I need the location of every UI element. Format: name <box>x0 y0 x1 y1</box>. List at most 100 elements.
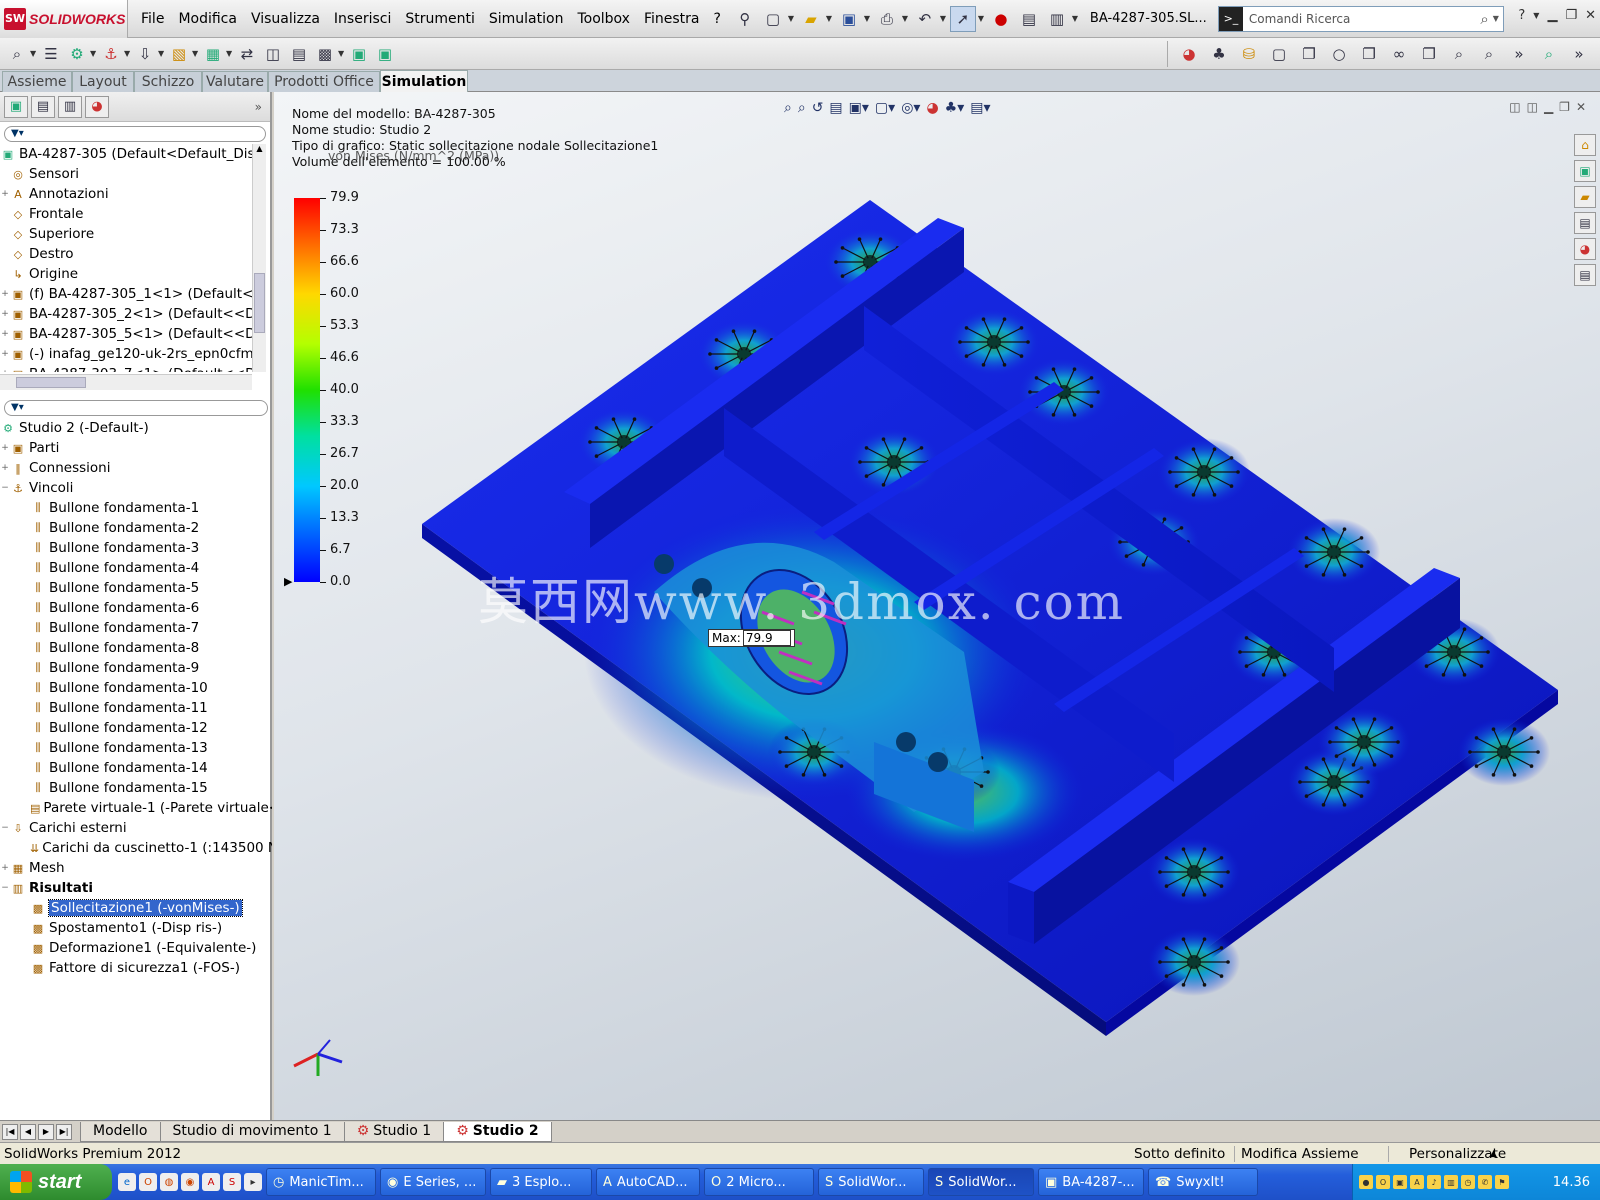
layer-icon[interactable]: ▢ <box>1266 41 1292 67</box>
menu-finestra[interactable]: Finestra <box>637 11 707 27</box>
expand-toggle-icon[interactable]: + <box>0 189 10 199</box>
max-value-marker[interactable]: Max: 79.9 <box>708 629 795 647</box>
study-tree-item[interactable]: ⫼ Bullone fondamenta-12 <box>0 718 272 738</box>
hscroll-thumb[interactable] <box>16 377 86 388</box>
feature-tree-item[interactable]: +▣BA-4287-303_7<1> (Default<<De <box>0 364 272 372</box>
expand-toggle-icon[interactable]: + <box>0 289 10 299</box>
tray-icon[interactable]: ▣ <box>1393 1175 1407 1189</box>
study-icon[interactable]: ⚙ <box>64 41 90 67</box>
property-manager-icon[interactable]: ▤ <box>31 95 55 118</box>
feature-tree-item[interactable]: ◇ Frontale <box>0 204 272 224</box>
taskbar-task-button[interactable]: S SolidWor... <box>818 1168 924 1196</box>
zoom-icon[interactable]: ⌕ <box>4 41 30 67</box>
study-tree-item[interactable]: + ‖ Connessioni <box>0 458 272 478</box>
menu-modifica[interactable]: Modifica <box>171 11 244 27</box>
tray-icon[interactable]: ✆ <box>1478 1175 1492 1189</box>
tray-icon[interactable]: ▥ <box>1444 1175 1458 1189</box>
search-icon[interactable]: ⌕ <box>1480 10 1488 28</box>
chevron-down-icon[interactable]: ▼ <box>864 14 872 23</box>
chevron-down-icon[interactable]: ▼ <box>338 49 346 58</box>
expand-toggle-icon[interactable]: + <box>0 463 10 473</box>
feature-tree-item[interactable]: ↳ Origine <box>0 264 272 284</box>
tray-icon[interactable]: ◷ <box>1461 1175 1475 1189</box>
autocad-icon[interactable]: A <box>202 1173 220 1191</box>
study-tree-item[interactable]: ⫼ Bullone fondamenta-7 <box>0 618 272 638</box>
copy-icon[interactable]: ❐ <box>1296 41 1322 67</box>
study-tree-item[interactable]: ⫼ Bullone fondamenta-8 <box>0 638 272 658</box>
tab-simulation[interactable]: Simulation <box>380 70 468 92</box>
help-button[interactable]: ? <box>1518 8 1525 24</box>
tab-schizzo[interactable]: Schizzo <box>134 71 202 92</box>
export-icon[interactable]: ▣ <box>346 41 372 67</box>
taskbar-task-button[interactable]: ▣ BA-4287-... <box>1038 1168 1144 1196</box>
chevron-down-icon[interactable]: ▼ <box>158 49 166 58</box>
tab-modello[interactable]: Modello <box>80 1121 161 1142</box>
feature-tree-scrollbar[interactable]: ▲ <box>252 144 266 372</box>
study-tree-item[interactable]: ⫼ Bullone fondamenta-11 <box>0 698 272 718</box>
stack-icon[interactable]: ❐ <box>1356 41 1382 67</box>
tray-icon[interactable]: ♪ <box>1427 1175 1441 1189</box>
search-input[interactable]: Comandi Ricerca <box>1249 12 1480 26</box>
study-tree-item[interactable]: − ⚓ Vincoli <box>0 478 272 498</box>
pin-icon[interactable]: ⚲ <box>732 6 758 32</box>
next-tab-icon[interactable]: ▶ <box>38 1123 54 1140</box>
taskbar-task-button[interactable]: O2 Micro... <box>704 1168 814 1196</box>
study-tree-item[interactable]: ▩ Sollecitazione1 (-vonMises-) <box>0 898 272 918</box>
chevron-down-icon[interactable]: ▼ <box>30 49 38 58</box>
study-tree-item[interactable]: ⫼ Bullone fondamenta-9 <box>0 658 272 678</box>
expand-toggle-icon[interactable]: + <box>0 309 10 319</box>
more-icon[interactable]: » <box>1506 41 1532 67</box>
load-icon[interactable]: ⇩ <box>132 41 158 67</box>
graphics-viewport[interactable]: ⌕ ⌕ ↺ ▤ ▣▾ ▢▾ ◎▾ ◕ ♣▾ ▤▾ ◫ ◫ ▁ ❐ ✕ Nome … <box>274 92 1600 1120</box>
options-icon[interactable]: ▥ <box>1044 6 1070 32</box>
study-tree-item[interactable]: ⇊ Carichi da cuscinetto-1 (:143500 N <box>0 838 272 858</box>
firefox-icon[interactable]: ◉ <box>181 1173 199 1191</box>
tab-assieme[interactable]: Assieme <box>2 71 72 92</box>
tab-prodotti-office[interactable]: Prodotti Office <box>268 71 380 92</box>
media-icon[interactable]: ▸ <box>244 1173 262 1191</box>
appearances-icon[interactable]: ◕ <box>1574 238 1596 260</box>
tray-icon[interactable]: O <box>1376 1175 1390 1189</box>
ie-icon[interactable]: e <box>118 1173 136 1191</box>
mesh-run-icon[interactable]: ▦ <box>200 41 226 67</box>
study-tree-item[interactable]: + ▦ Mesh <box>0 858 272 878</box>
list-icon[interactable]: ☰ <box>38 41 64 67</box>
study-tree-root[interactable]: ⚙ Studio 2 (-Default-) <box>0 418 272 438</box>
study-tree-item[interactable]: ⫼ Bullone fondamenta-14 <box>0 758 272 778</box>
start-button[interactable]: start <box>0 1164 112 1200</box>
solidworks-logo[interactable]: SW SOLIDWORKS <box>0 0 128 38</box>
link-icon[interactable]: ∞ <box>1386 41 1412 67</box>
expand-toggle-icon[interactable]: + <box>0 349 10 359</box>
study-tree-item[interactable]: ⫼ Bullone fondamenta-3 <box>0 538 272 558</box>
undo-icon[interactable]: ↶ <box>912 6 938 32</box>
tab-studio-di-movimento-1[interactable]: Studio di movimento 1 <box>159 1121 345 1142</box>
study-filter[interactable]: ▼▾ <box>4 400 268 416</box>
menu-file[interactable]: File <box>134 11 171 27</box>
tray-icon[interactable]: ● <box>1359 1175 1373 1189</box>
solidworks-icon[interactable]: S <box>223 1173 241 1191</box>
tab-studio-1[interactable]: ⚙ Studio 1 <box>343 1121 445 1142</box>
tray-icon[interactable]: A <box>1410 1175 1424 1189</box>
study-tree-item[interactable]: ⫼ Bullone fondamenta-15 <box>0 778 272 798</box>
file-properties-icon[interactable]: ▤ <box>1016 6 1042 32</box>
feature-tree-root[interactable]: ▣ BA-4287-305 (Default<Default_Displ <box>0 144 272 164</box>
study-tree-item[interactable]: ⫼ Bullone fondamenta-2 <box>0 518 272 538</box>
menu-strumenti[interactable]: Strumenti <box>398 11 482 27</box>
fixture-icon[interactable]: ⚓ <box>98 41 124 67</box>
study-tree-item[interactable]: ⫼ Bullone fondamenta-4 <box>0 558 272 578</box>
display-manager-icon[interactable]: ◕ <box>85 95 109 118</box>
tab-valutare[interactable]: Valutare <box>202 71 268 92</box>
expand-toggle-icon[interactable]: + <box>0 369 10 372</box>
menu-visualizza[interactable]: Visualizza <box>244 11 327 27</box>
taskbar-task-button[interactable]: ▰ 3 Esplo... <box>490 1168 592 1196</box>
open-folder-icon[interactable]: ▰ <box>798 6 824 32</box>
study-tree-item[interactable]: ⫼ Bullone fondamenta-13 <box>0 738 272 758</box>
expand-toggle-icon[interactable]: + <box>0 329 10 339</box>
close-icon[interactable]: ✕ <box>1585 8 1596 24</box>
expand-toggle-icon[interactable]: − <box>0 483 10 493</box>
chevron-down-icon[interactable]: ▼ <box>978 14 986 23</box>
chevron-down-icon[interactable]: ▼ <box>902 14 910 23</box>
chevron-down-icon[interactable]: ▼ <box>940 14 948 23</box>
feature-tree-item[interactable]: + ▣ (-) inafag_ge120-uk-2rs_epn0cfmc <box>0 344 272 364</box>
study-tree-item[interactable]: ▩ Fattore di sicurezza1 (-FOS-) <box>0 958 272 978</box>
